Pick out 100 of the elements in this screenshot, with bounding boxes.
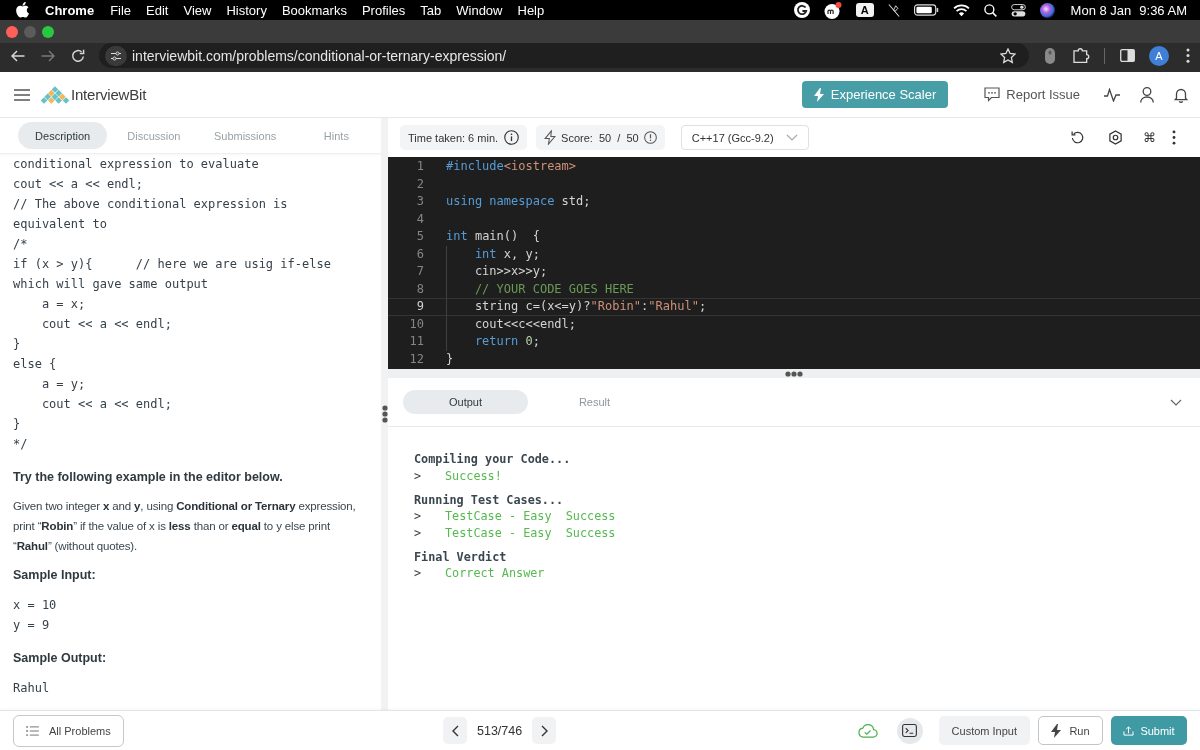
- language-dropdown[interactable]: C++17 (Gcc-9.2): [680, 125, 809, 150]
- tune-icon[interactable]: [105, 45, 127, 66]
- drag-handle-icon[interactable]: [381, 405, 388, 423]
- reload-icon[interactable]: [71, 48, 85, 63]
- g-circle-icon[interactable]: [793, 2, 810, 18]
- user-icon[interactable]: [1140, 86, 1154, 103]
- time-taken-label: Time taken: 6 min.: [408, 131, 499, 144]
- run-button[interactable]: Run: [1038, 716, 1103, 745]
- console-heading: Final Verdict: [414, 548, 507, 565]
- wifi-icon[interactable]: [952, 3, 970, 17]
- menu-item[interactable]: File: [110, 2, 132, 18]
- menu-item[interactable]: Tab: [420, 2, 442, 18]
- next-button[interactable]: [532, 717, 557, 744]
- sample-input-line: y = 9: [13, 617, 50, 634]
- message-icon: [984, 87, 1001, 102]
- code-snippet-line: cout << a << endl;: [40, 396, 172, 413]
- menu-item[interactable]: Window: [456, 2, 503, 18]
- menu-item[interactable]: Help: [517, 2, 545, 18]
- profile-avatar[interactable]: A: [1149, 45, 1169, 66]
- list-icon: [26, 725, 39, 736]
- code-snippet-line: // The above conditional expression is: [13, 196, 288, 213]
- line-number: 1: [415, 158, 424, 175]
- search-icon[interactable]: [983, 3, 997, 17]
- shortcuts-button[interactable]: ⌘: [1143, 129, 1156, 146]
- toggles-icon[interactable]: [1010, 3, 1026, 17]
- code-snippet-line: equivalent to: [13, 216, 107, 233]
- url-text[interactable]: interviewbit.com/problems/conditional-or-ternary-expression/: [132, 47, 507, 64]
- code-snippet-line: }: [13, 416, 21, 433]
- score-label: Score: 50 / 50: [561, 131, 639, 144]
- input-source-indicator[interactable]: A: [855, 3, 874, 17]
- line-number: 7: [415, 263, 424, 280]
- code-line: int main() {: [446, 228, 540, 245]
- line-number: 9: [415, 298, 424, 315]
- zoom-window-icon[interactable]: [42, 25, 54, 38]
- kebab-menu-icon[interactable]: [1172, 130, 1176, 145]
- star-icon[interactable]: [1000, 47, 1016, 64]
- code-snippet-line: /*: [13, 236, 28, 253]
- menu-app-name[interactable]: Chrome: [45, 2, 95, 18]
- menu-item[interactable]: Profiles: [361, 2, 406, 18]
- menu-item[interactable]: History: [226, 2, 267, 18]
- menu-item[interactable]: Edit: [146, 2, 169, 18]
- code-snippet-line: conditional expression to evaluate: [13, 156, 259, 173]
- chevron-down-icon: [785, 134, 798, 141]
- orb-icon[interactable]: [1039, 2, 1055, 18]
- example-heading: Try the following example in the editor below.: [13, 469, 283, 486]
- kebab-menu-icon[interactable]: [1186, 48, 1190, 63]
- menu-item[interactable]: View: [183, 2, 212, 18]
- code-line: #include<iostream>: [446, 158, 577, 175]
- drag-handle-icon[interactable]: [785, 370, 803, 377]
- terminal-icon: [902, 724, 918, 737]
- chevron-down-icon[interactable]: [1170, 398, 1182, 406]
- line-number: 6: [415, 245, 424, 263]
- pen-slash-icon[interactable]: [887, 2, 900, 18]
- logo-text[interactable]: InterviewBit: [71, 86, 147, 103]
- puzzle-icon[interactable]: [1073, 48, 1090, 63]
- code-snippet-line: }: [13, 336, 21, 353]
- reset-icon[interactable]: [1071, 131, 1084, 144]
- apple-logo-icon[interactable]: [16, 2, 29, 18]
- tab[interactable]: Output: [403, 390, 528, 414]
- console-prompt: >: [414, 565, 423, 582]
- menu-bar-date[interactable]: Mon 8 Jan: [1070, 2, 1132, 18]
- tab[interactable]: Description: [18, 122, 108, 149]
- info-icon[interactable]: [504, 130, 520, 145]
- line-number: 5: [415, 228, 424, 245]
- menu-item[interactable]: Bookmarks: [281, 2, 347, 18]
- report-issue-button[interactable]: Report Issue: [984, 87, 1080, 102]
- code-line: using namespace std;: [446, 193, 591, 210]
- console-prompt: >: [414, 467, 423, 484]
- code-line: }: [446, 350, 454, 368]
- line-number: 12: [408, 350, 424, 368]
- terminal-button[interactable]: [896, 717, 923, 744]
- console-heading: Compiling your Code...: [414, 451, 571, 468]
- code-snippet-line: else {: [13, 356, 57, 373]
- code-line: return 0;: [446, 333, 540, 351]
- app-badge-icon[interactable]: [823, 1, 842, 19]
- back-arrow-icon[interactable]: [11, 49, 25, 62]
- close-window-icon[interactable]: [6, 25, 18, 38]
- chevron-right-icon: [540, 724, 548, 737]
- alert-circle-icon[interactable]: [643, 131, 657, 144]
- bell-icon[interactable]: [1174, 86, 1188, 103]
- menu-icon[interactable]: [14, 88, 30, 101]
- address-bar[interactable]: interviewbit.com/problems/conditional-or-ternary-expression/: [99, 43, 1029, 68]
- cloud-check-icon[interactable]: [856, 723, 878, 738]
- battery-icon[interactable]: [913, 4, 939, 16]
- menu-bar-time[interactable]: 9:36 AM: [1139, 2, 1187, 18]
- code-line: int x, y;: [446, 245, 540, 263]
- upload-icon: [1123, 725, 1135, 736]
- problem-statement: Given two integer x and y, using Conditional or Ternary expression, print “Robin” if the value of x is less than or equal to y else print “Rahul” (without quotes).: [13, 499, 357, 554]
- line-number: 10: [408, 315, 424, 333]
- capsule-icon[interactable]: [1045, 47, 1055, 64]
- code-line: cout<<c<<endl;: [446, 315, 577, 333]
- previous-button[interactable]: [443, 717, 467, 744]
- console-result: Correct Answer: [445, 565, 545, 582]
- console-heading: Running Test Cases...: [414, 491, 564, 508]
- settings-icon[interactable]: [1108, 130, 1123, 145]
- activity-icon[interactable]: [1104, 87, 1120, 102]
- side-panel-icon[interactable]: [1120, 49, 1135, 62]
- all-problems-button[interactable]: All Problems: [13, 714, 124, 747]
- chevron-left-icon: [451, 724, 459, 737]
- custom-input-button[interactable]: Custom Input: [938, 716, 1030, 745]
